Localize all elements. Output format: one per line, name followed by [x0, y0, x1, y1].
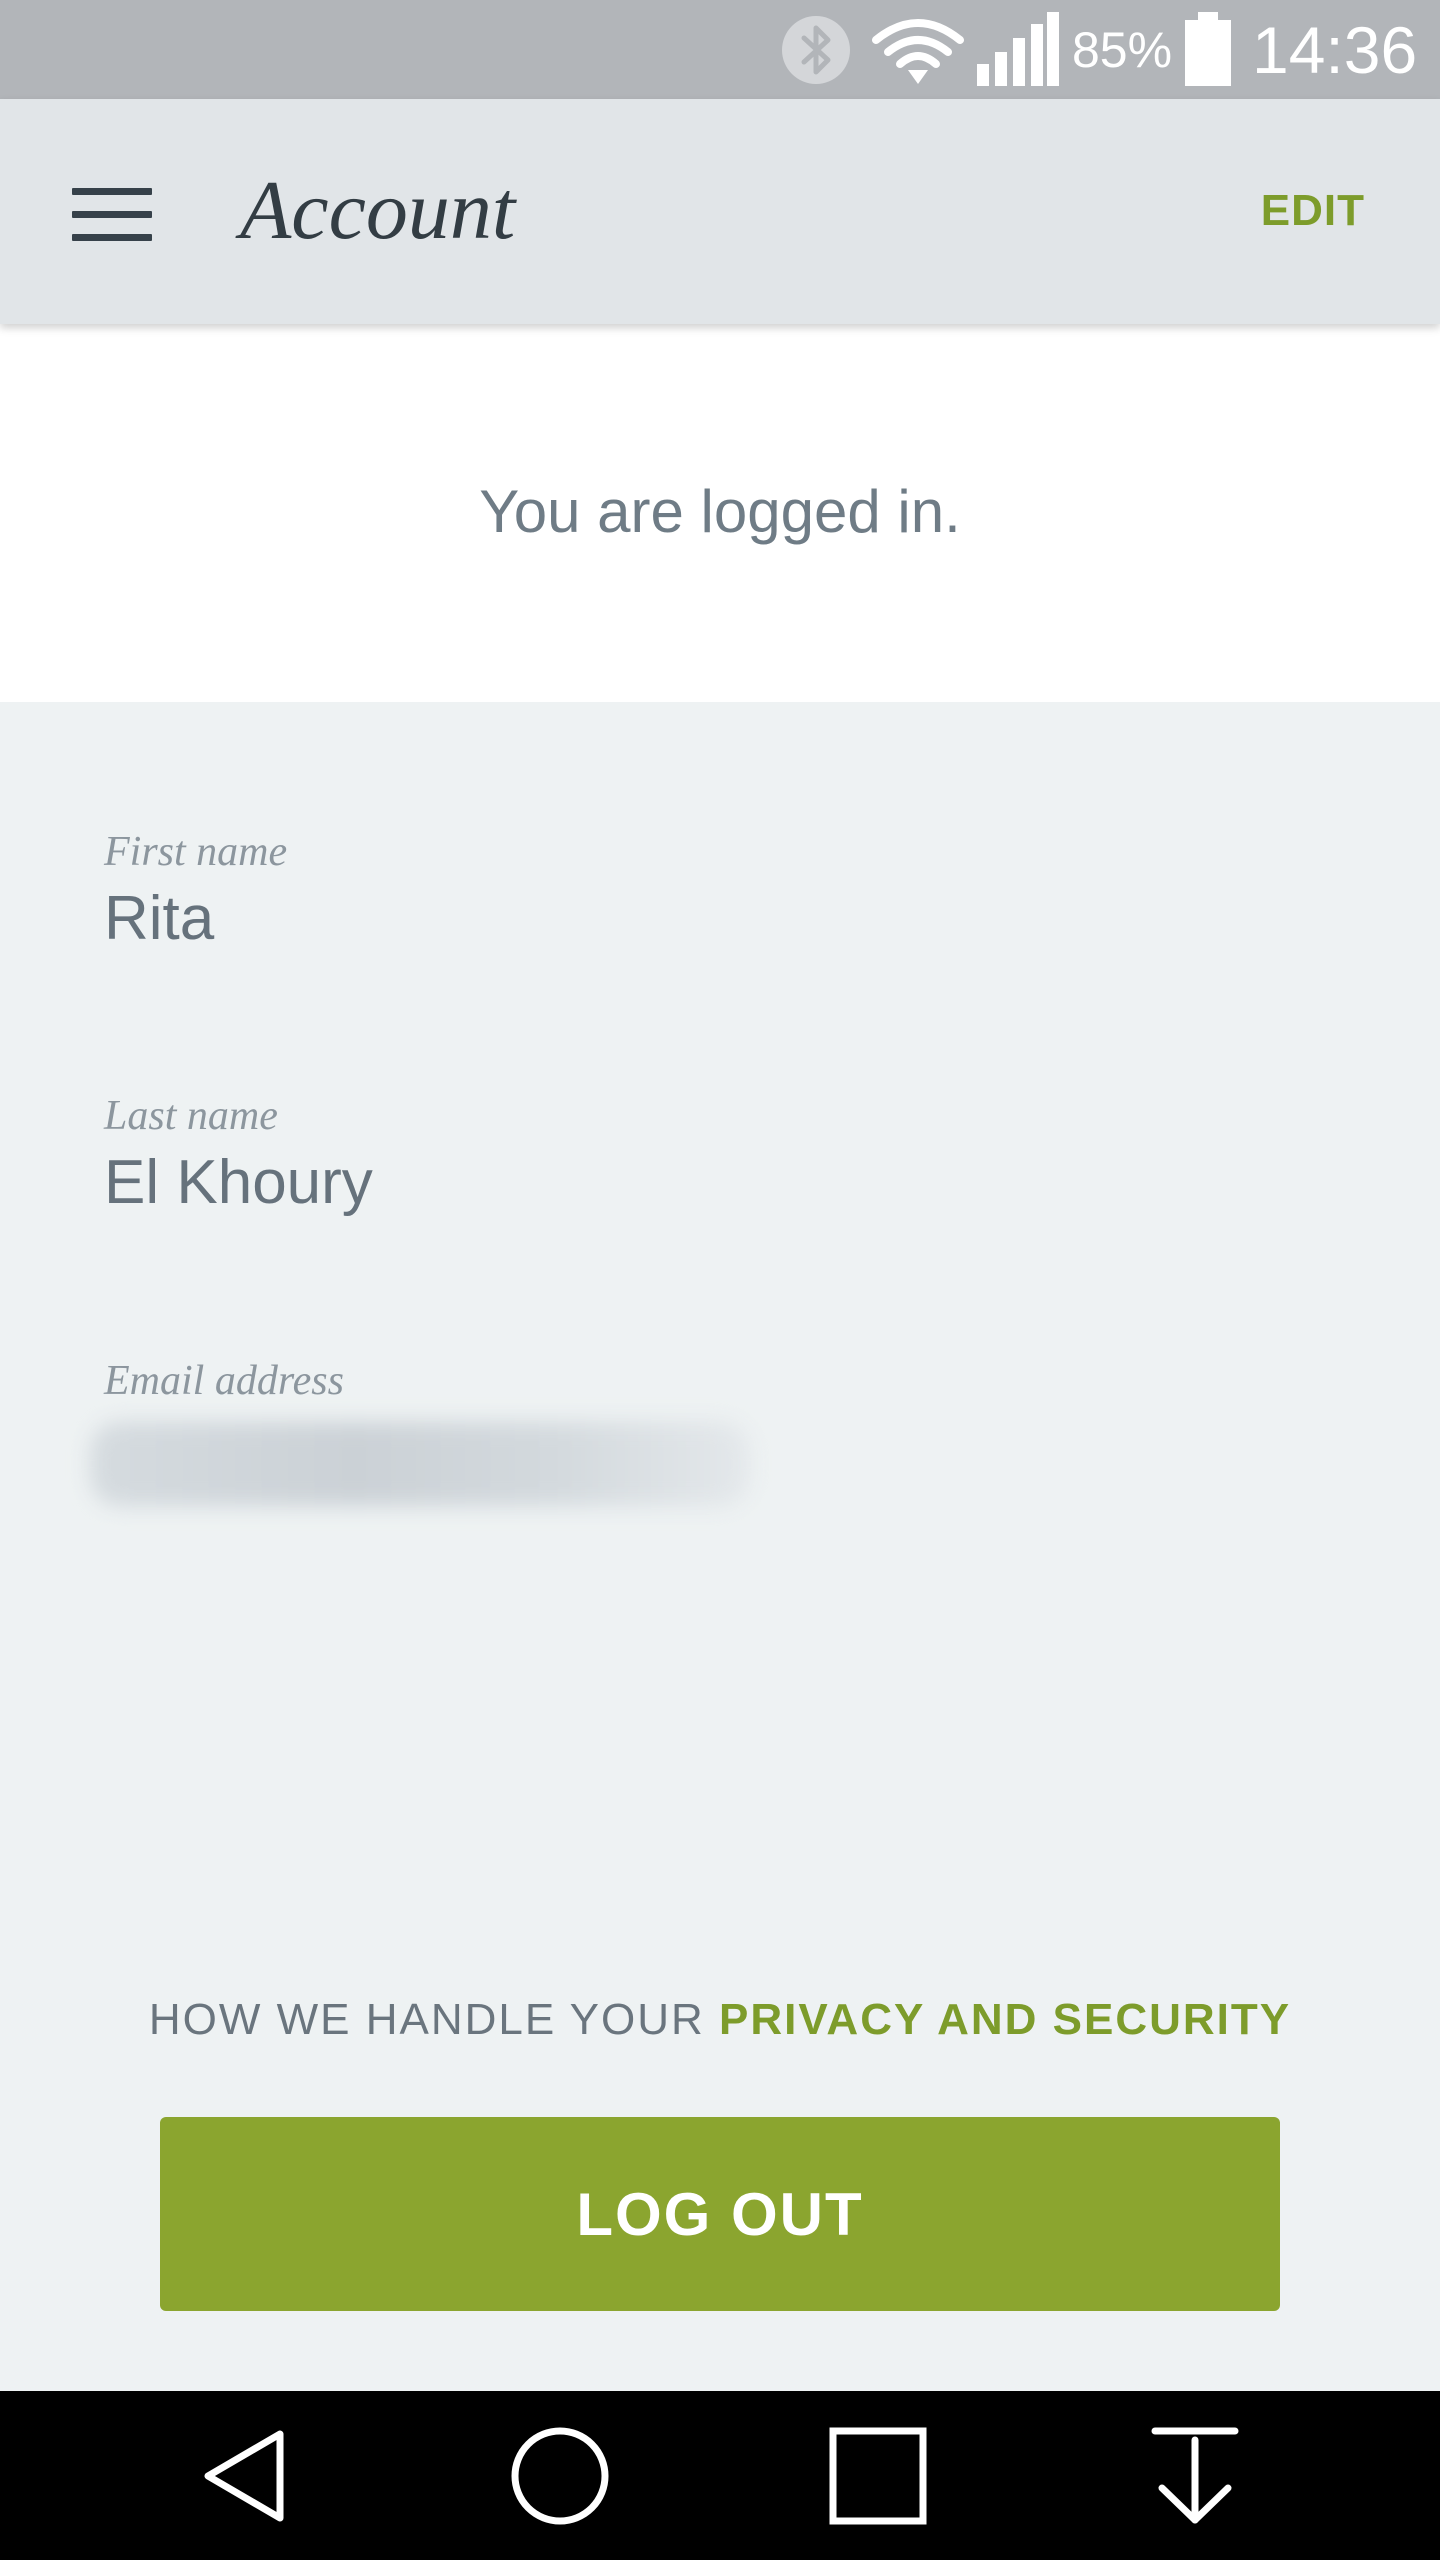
notification-down-icon[interactable] — [1115, 2391, 1275, 2560]
edit-button[interactable]: EDIT — [1261, 181, 1365, 241]
email-field: Email address — [90, 1354, 750, 1506]
hamburger-menu-icon[interactable] — [72, 188, 152, 242]
battery-percent: 85% — [1072, 21, 1173, 78]
first-name-label: First name — [104, 829, 288, 875]
back-icon[interactable] — [165, 2391, 325, 2560]
recents-icon[interactable] — [798, 2391, 958, 2560]
page-title: Account — [240, 164, 516, 257]
email-value-redacted — [90, 1422, 750, 1506]
last-name-field: Last name El Khoury — [104, 1089, 373, 1223]
status-bar: 85% 14:36 — [0, 0, 1440, 99]
logged-in-message: You are logged in. — [479, 478, 961, 545]
first-name-value: Rita — [104, 884, 215, 953]
signal-icon — [975, 0, 1061, 99]
first-name-field: First name Rita — [104, 825, 287, 959]
app-bar: Account EDIT — [0, 99, 1440, 324]
privacy-prefix: HOW WE HANDLE YOUR — [148, 1995, 719, 2044]
email-label: Email address — [104, 1358, 344, 1404]
clock: 14:36 — [1252, 12, 1418, 87]
log-out-button[interactable]: LOG OUT — [160, 2117, 1280, 2311]
privacy-and-security-link[interactable]: PRIVACY AND SECURITY — [719, 1995, 1291, 2044]
wifi-icon — [872, 0, 964, 99]
bluetooth-icon — [780, 0, 852, 99]
battery-icon — [1183, 0, 1233, 99]
last-name-label: Last name — [104, 1093, 278, 1139]
navigation-bar — [0, 2391, 1440, 2560]
last-name-value: El Khoury — [104, 1148, 373, 1217]
privacy-notice: HOW WE HANDLE YOUR PRIVACY AND SECURITY — [0, 1990, 1440, 2050]
home-icon[interactable] — [480, 2391, 640, 2560]
logged-in-banner: You are logged in. — [0, 324, 1440, 702]
